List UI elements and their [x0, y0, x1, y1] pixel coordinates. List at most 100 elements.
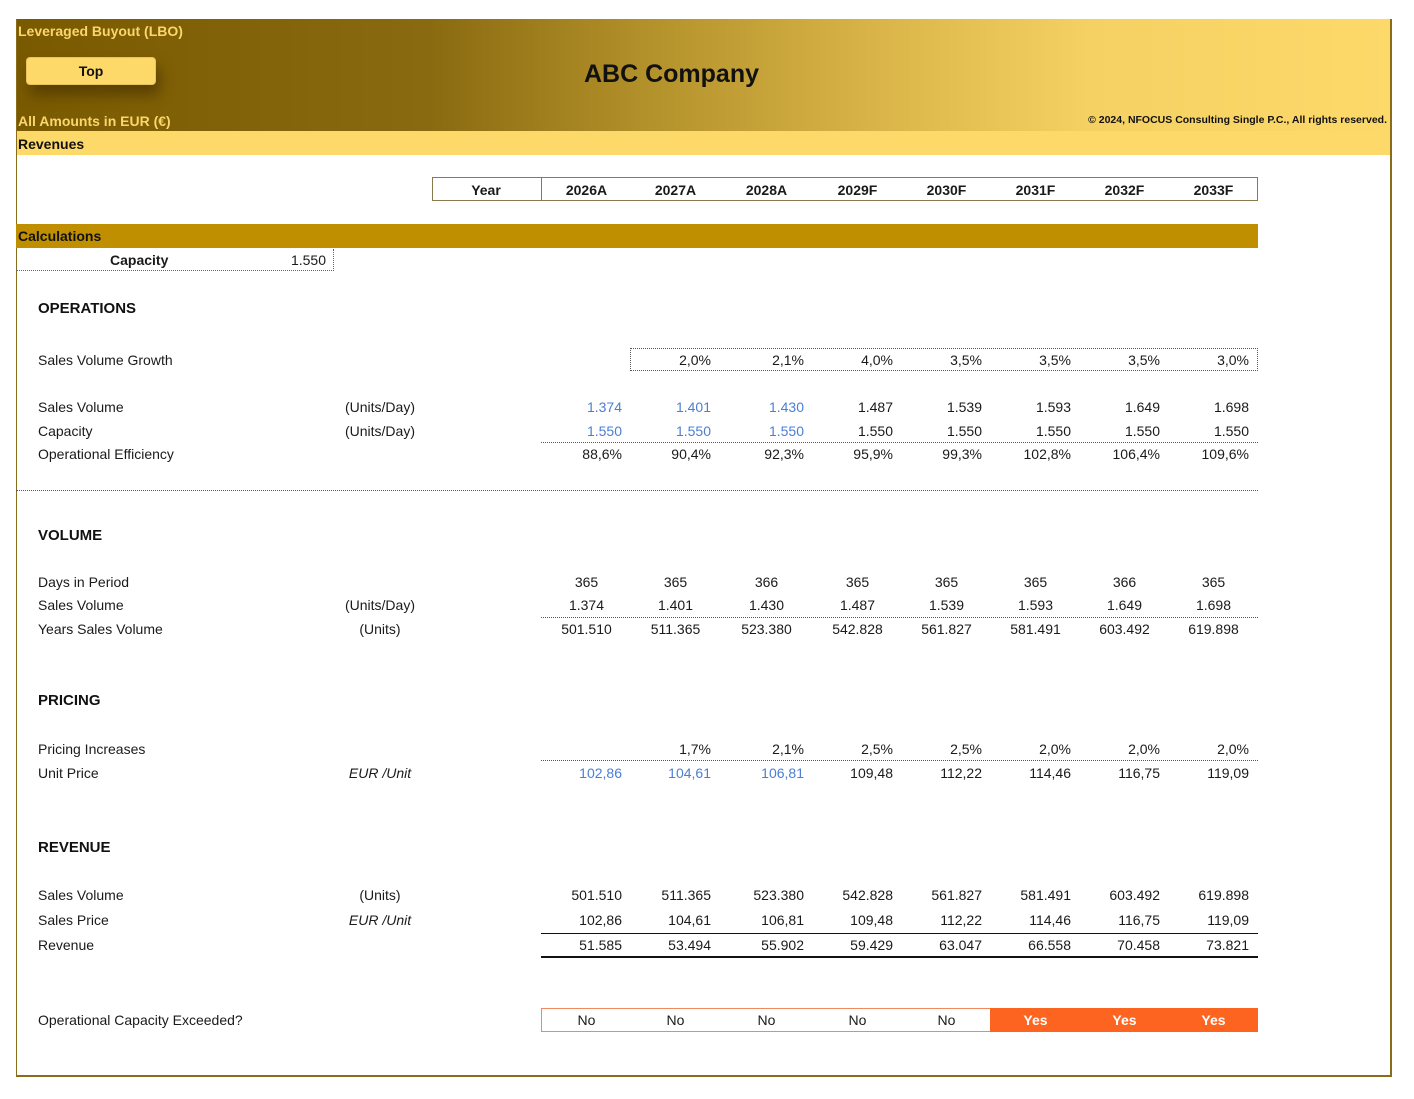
capacity-flag-cell: No [848, 1012, 867, 1028]
ops-sales-volume-cell: 1.649 [1124, 399, 1160, 415]
efficiency-cell: 106,4% [1112, 446, 1160, 462]
ops-capacity-cell: 1.550 [946, 423, 982, 439]
ops-sales-volume-label: Sales Volume [38, 399, 124, 415]
growth-cell[interactable]: 3,0% [1169, 352, 1249, 368]
rev-sales-volume-cell: 619.898 [1198, 887, 1249, 903]
rev-sales-volume-cell: 523.380 [753, 887, 804, 903]
revenue-cell: 73.821 [1206, 937, 1249, 953]
ops-capacity-cell: 1.550 [586, 423, 622, 439]
rev-sales-volume-cell: 501.510 [571, 887, 622, 903]
unit-price-unit: EUR /Unit [348, 765, 412, 781]
pricing-increase-cell: 2,0% [1128, 741, 1160, 757]
sales-price-cell: 114,46 [1029, 912, 1071, 928]
sales-price-cell: 112,22 [940, 912, 982, 928]
currency-note: All Amounts in EUR (€) [18, 113, 171, 129]
growth-cell[interactable]: 2,0% [631, 352, 711, 368]
growth-cell[interactable]: 4,0% [813, 352, 893, 368]
pricing-increase-cell: 2,5% [861, 741, 893, 757]
ops-sales-volume-cell: 1.539 [946, 399, 982, 415]
unit-price-cell: 114,46 [1029, 765, 1071, 781]
years-volume-cell: 561.827 [921, 621, 972, 637]
years-volume-cell: 523.380 [741, 621, 792, 637]
revenue-label: Revenue [38, 937, 95, 953]
unit-price-cell: 112,22 [940, 765, 982, 781]
ops-capacity-cell: 1.550 [1035, 423, 1071, 439]
unit-price-cell: 104,61 [668, 765, 711, 781]
ops-capacity-cell: 1.550 [857, 423, 893, 439]
ops-sales-volume-cell: 1.401 [675, 399, 711, 415]
ops-capacity-label: Capacity [38, 423, 93, 439]
total-line [541, 956, 1258, 958]
year-column-header: 2032F [1104, 182, 1145, 198]
vol-sales-volume-unit: (Units/Day) [344, 597, 415, 613]
ops-sales-volume-unit: (Units/Day) [344, 399, 415, 415]
sheet-name: Revenues [18, 136, 85, 152]
ops-sales-volume-cell: 1.698 [1213, 399, 1249, 415]
capacity-label: Capacity [110, 252, 169, 268]
capacity-flag-cell: No [666, 1012, 685, 1028]
vol-sales-volume-cell: 1.487 [839, 597, 876, 613]
sales-price-cell: 109,48 [850, 912, 893, 928]
years-volume-cell: 501.510 [561, 621, 612, 637]
company-name: ABC Company [584, 60, 760, 88]
year-column-header: 2030F [926, 182, 967, 198]
sales-price-cell: 106,81 [761, 912, 804, 928]
capacity-flag-cell: Yes [1112, 1012, 1137, 1028]
pricing-increase-cell: 2,1% [772, 741, 804, 757]
capacity-value[interactable]: 1.550 [250, 252, 326, 268]
ops-capacity-unit: (Units/Day) [344, 423, 415, 439]
days-cell: 365 [1023, 574, 1048, 590]
days-cell: 366 [1112, 574, 1137, 590]
pricing-increase-cell: 1,7% [679, 741, 711, 757]
calculations-label: Calculations [18, 228, 102, 244]
capacity-flag-cell: Yes [1023, 1012, 1048, 1028]
year-label: Year [471, 182, 501, 198]
top-button[interactable]: Top [26, 57, 156, 85]
capacity-flag-cell: No [937, 1012, 956, 1028]
growth-cell[interactable]: 3,5% [991, 352, 1071, 368]
days-cell: 365 [663, 574, 688, 590]
days-cell: 365 [934, 574, 959, 590]
sales-price-cell: 116,75 [1118, 912, 1160, 928]
sales-price-cell: 104,61 [668, 912, 711, 928]
years-volume-cell: 511.365 [650, 621, 701, 637]
efficiency-cell: 102,8% [1023, 446, 1071, 462]
model-title: Leveraged Buyout (LBO) [18, 23, 183, 39]
sales-price-cell: 102,86 [579, 912, 622, 928]
divider [541, 617, 1258, 618]
growth-cell[interactable]: 3,5% [902, 352, 982, 368]
year-column-header: 2028A [745, 182, 788, 198]
unit-price-cell: 106,81 [761, 765, 804, 781]
capacity-flag-cell: Yes [1201, 1012, 1226, 1028]
growth-cell[interactable]: 2,1% [724, 352, 804, 368]
years-volume-cell: 619.898 [1188, 621, 1239, 637]
efficiency-cell: 92,3% [764, 446, 804, 462]
capacity-flag-cell: No [757, 1012, 776, 1028]
operations-header: OPERATIONS [38, 300, 137, 317]
section-divider [16, 490, 1258, 491]
capacity-flag-cell: No [577, 1012, 596, 1028]
pricing-increase-cell: 2,0% [1039, 741, 1071, 757]
rev-sales-volume-cell: 542.828 [842, 887, 893, 903]
volume-header: VOLUME [38, 527, 103, 544]
efficiency-cell: 95,9% [853, 446, 893, 462]
ops-capacity-cell: 1.550 [1124, 423, 1160, 439]
rev-sales-volume-label: Sales Volume [38, 887, 124, 903]
ops-sales-volume-cell: 1.430 [768, 399, 804, 415]
sales-price-cell: 119,09 [1207, 912, 1249, 928]
copyright: © 2024, NFOCUS Consulting Single P.C., A… [1088, 114, 1387, 126]
vol-sales-volume-cell: 1.698 [1195, 597, 1232, 613]
days-cell: 366 [754, 574, 779, 590]
revenue-cell: 53.494 [668, 937, 711, 953]
growth-cell[interactable]: 3,5% [1080, 352, 1160, 368]
efficiency-cell: 88,6% [582, 446, 622, 462]
ops-capacity-cell: 1.550 [675, 423, 711, 439]
divider [541, 760, 1258, 761]
sales-price-label: Sales Price [38, 912, 109, 928]
years-volume-unit: (Units) [359, 621, 401, 637]
ops-capacity-cell: 1.550 [1213, 423, 1249, 439]
revenue-cell: 66.558 [1028, 937, 1071, 953]
revenue-header: REVENUE [38, 839, 111, 856]
efficiency-label: Operational Efficiency [38, 446, 174, 462]
unit-price-cell: 102,86 [579, 765, 622, 781]
